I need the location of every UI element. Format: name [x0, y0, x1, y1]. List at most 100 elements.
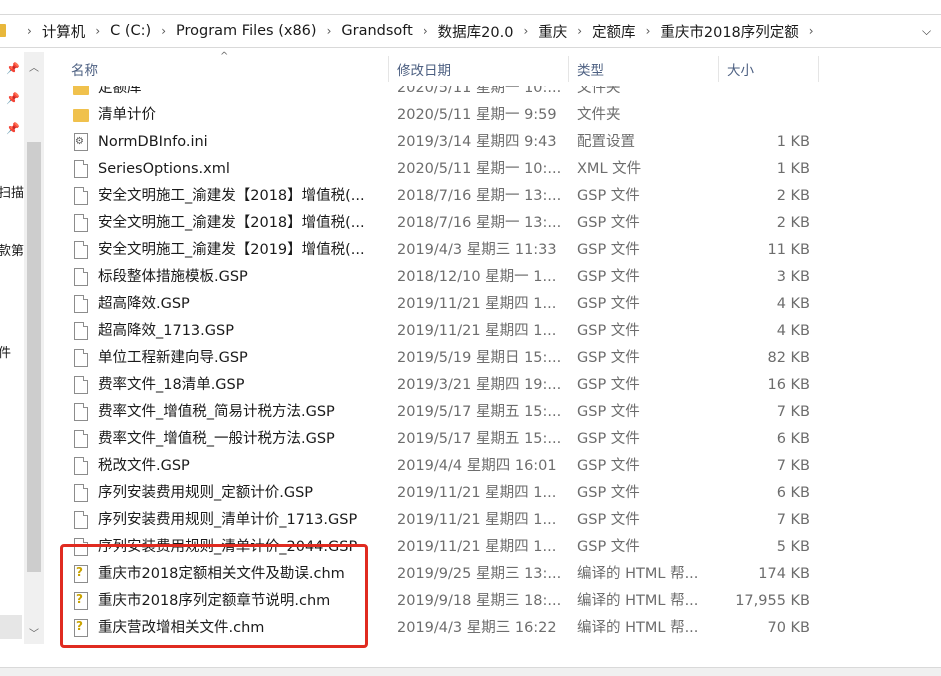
nav-selected-item[interactable]: [0, 615, 22, 639]
document-icon: [74, 295, 88, 313]
column-header-size[interactable]: 大小: [727, 52, 817, 86]
file-row[interactable]: 单位工程新建向导.GSP 2019/5/19 星期日 15:... GSP 文件 82…: [44, 345, 824, 372]
pin-icon[interactable]: 📌: [6, 122, 20, 135]
file-row[interactable]: 序列安装费用规则_清单计价_2044.GSP 2019/11/21 星期四 1..…: [44, 534, 824, 561]
file-size: 7 KB: [776, 458, 810, 474]
breadcrumb-item[interactable]: C (C:): [105, 23, 156, 39]
file-row[interactable]: 重庆营改增相关文件.chm 2019/4/3 星期三 16:22 编译的 HTML …: [44, 615, 824, 642]
scroll-up-icon[interactable]: ︿: [24, 56, 44, 76]
file-size: 82 KB: [767, 350, 810, 366]
file-name: 安全文明施工_渝建发【2018】增值税(...: [98, 188, 365, 204]
breadcrumb-item[interactable]: 定额库: [587, 21, 641, 42]
file-row[interactable]: 超高降效.GSP 2019/11/21 星期四 1... GSP 文件 4 KB: [44, 291, 824, 318]
breadcrumb-item[interactable]: Grandsoft: [336, 23, 417, 39]
file-date: 2019/4/3 星期三 16:22: [397, 620, 557, 636]
file-row[interactable]: SeriesOptions.xml 2020/5/11 星期一 10:... XML…: [44, 156, 824, 183]
file-type: 编译的 HTML 帮...: [577, 593, 699, 609]
chm-help-icon: [74, 565, 88, 583]
scrollbar-thumb[interactable]: [27, 142, 41, 572]
column-divider[interactable]: [568, 56, 569, 82]
file-row[interactable]: 清单计价 2020/5/11 星期一 9:59 文件夹: [44, 102, 824, 129]
document-icon: [74, 187, 88, 205]
column-header-label: 名称: [71, 63, 98, 79]
chevron-right-icon[interactable]: ›: [418, 24, 433, 38]
breadcrumb-item[interactable]: 重庆市2018序列定额: [655, 21, 803, 42]
chevron-right-icon[interactable]: ›: [518, 24, 533, 38]
file-name: 安全文明施工_渝建发【2018】增值税(...: [98, 215, 365, 231]
column-header-date[interactable]: 修改日期: [397, 52, 567, 86]
document-icon: [74, 538, 88, 556]
breadcrumb-item[interactable]: Program Files (x86): [171, 23, 322, 39]
file-row[interactable]: 标段整体措施模板.GSP 2018/12/10 星期一 1... GSP 文件 3 K…: [44, 264, 824, 291]
pin-icon[interactable]: 📌: [6, 62, 20, 75]
chevron-right-icon[interactable]: ›: [90, 24, 105, 38]
column-header-name[interactable]: 名称: [71, 52, 387, 86]
file-type: GSP 文件: [577, 539, 640, 555]
chm-help-icon: [74, 619, 88, 637]
file-date: 2018/7/16 星期一 13:...: [397, 215, 562, 231]
file-date: 2019/9/18 星期三 18:...: [397, 593, 562, 609]
file-size: 1 KB: [776, 134, 810, 150]
column-divider[interactable]: [818, 56, 819, 82]
chevron-right-icon[interactable]: ›: [22, 24, 37, 38]
file-date: 2019/4/3 星期三 11:33: [397, 242, 557, 258]
breadcrumb-item[interactable]: 重庆: [533, 21, 572, 42]
file-row[interactable]: 序列安装费用规则_清单计价_1713.GSP 2019/11/21 星期四 1..…: [44, 507, 824, 534]
file-name: 重庆市2018定额相关文件及勘误.chm: [98, 566, 345, 582]
file-type: XML 文件: [577, 161, 642, 177]
file-row[interactable]: 安全文明施工_渝建发【2018】增值税(... 2018/7/16 星期一 13:…: [44, 183, 824, 210]
file-size: 6 KB: [776, 485, 810, 501]
file-size: 2 KB: [776, 215, 810, 231]
chevron-right-icon[interactable]: ›: [156, 24, 171, 38]
nav-item-fragment[interactable]: 扫描: [0, 182, 24, 201]
chevron-right-icon[interactable]: ›: [322, 24, 337, 38]
file-row[interactable]: 安全文明施工_渝建发【2019】增值税(... 2019/4/3 星期三 11:3…: [44, 237, 824, 264]
address-dropdown-button[interactable]: ⌵: [912, 14, 941, 48]
file-row[interactable]: 定额库 2020/5/11 星期一 10:... 文件夹: [44, 86, 824, 102]
file-name: 费率文件_增值税_一般计税方法.GSP: [98, 431, 335, 447]
column-divider[interactable]: [388, 56, 389, 82]
file-date: 2019/11/21 星期四 1...: [397, 485, 557, 501]
pin-icon[interactable]: 📌: [6, 92, 20, 105]
file-row[interactable]: 超高降效_1713.GSP 2019/11/21 星期四 1... GSP 文件 4 …: [44, 318, 824, 345]
document-icon: [74, 322, 88, 340]
nav-item-fragment[interactable]: 件: [0, 342, 11, 361]
address-bar[interactable]: › 计算机 › C (C:) › Program Files (x86) › Grandso…: [0, 14, 917, 48]
nav-scrollbar[interactable]: ︿ ﹀: [24, 52, 44, 644]
file-name: 费率文件_18清单.GSP: [98, 377, 245, 393]
file-size: 16 KB: [767, 377, 810, 393]
file-name: 标段整体措施模板.GSP: [98, 269, 248, 285]
column-divider[interactable]: [718, 56, 719, 82]
document-icon: [74, 214, 88, 232]
file-row[interactable]: NormDBInfo.ini 2019/3/14 星期四 9:43 配置设置 1 KB: [44, 129, 824, 156]
file-rows: 定额库 2020/5/11 星期一 10:... 文件夹 清单计价 2020/5/11 …: [44, 86, 941, 652]
file-name: 定额库: [98, 86, 142, 96]
file-name: 序列安装费用规则_清单计价_1713.GSP: [98, 512, 358, 528]
file-size: 4 KB: [776, 323, 810, 339]
file-row[interactable]: 费率文件_18清单.GSP 2019/3/21 星期四 19:... GSP 文件 1…: [44, 372, 824, 399]
column-header-type[interactable]: 类型: [577, 52, 717, 86]
chevron-right-icon[interactable]: ›: [804, 24, 819, 38]
breadcrumb-item[interactable]: 数据库20.0: [433, 21, 519, 42]
file-row[interactable]: 重庆市2018定额相关文件及勘误.chm 2019/9/25 星期三 13:...…: [44, 561, 824, 588]
file-row[interactable]: 重庆市2018序列定额章节说明.chm 2019/9/18 星期三 18:... 编…: [44, 588, 824, 615]
file-name: SeriesOptions.xml: [98, 161, 230, 177]
file-type: 编译的 HTML 帮...: [577, 620, 699, 636]
file-size: 17,955 KB: [735, 593, 810, 609]
file-size: 2 KB: [776, 188, 810, 204]
file-row[interactable]: 序列安装费用规则_定额计价.GSP 2019/11/21 星期四 1... GSP …: [44, 480, 824, 507]
scroll-down-icon[interactable]: ﹀: [24, 622, 44, 642]
nav-item-fragment[interactable]: 款第4: [0, 240, 24, 259]
file-row[interactable]: 税改文件.GSP 2019/4/4 星期四 16:01 GSP 文件 7 KB: [44, 453, 824, 480]
file-type: GSP 文件: [577, 296, 640, 312]
file-row[interactable]: 费率文件_增值税_一般计税方法.GSP 2019/5/17 星期五 15:... G…: [44, 426, 824, 453]
chevron-right-icon[interactable]: ›: [572, 24, 587, 38]
file-type: GSP 文件: [577, 377, 640, 393]
breadcrumb-item[interactable]: 计算机: [37, 21, 91, 42]
file-row[interactable]: 安全文明施工_渝建发【2018】增值税(... 2018/7/16 星期一 13:…: [44, 210, 824, 237]
chevron-right-icon[interactable]: ›: [641, 24, 656, 38]
column-header-row: ^ 名称 修改日期 类型 大小: [44, 51, 941, 86]
document-icon: [74, 160, 88, 178]
file-row[interactable]: 费率文件_增值税_简易计税方法.GSP 2019/5/17 星期五 15:... G…: [44, 399, 824, 426]
chevron-down-icon: ⌵: [921, 23, 932, 38]
